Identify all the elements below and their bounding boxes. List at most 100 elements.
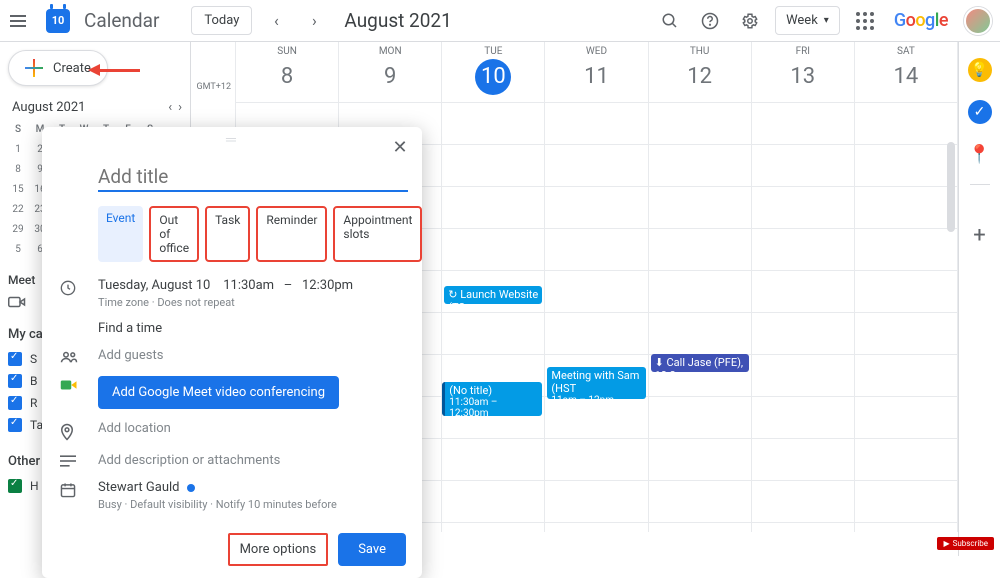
side-panel: 💡 ✓ 📍 + [958,42,1000,556]
more-options-button[interactable]: More options [228,533,329,566]
find-time-row: Find a time [42,315,422,342]
calendar-event[interactable]: ↻ Launch Website (TS [444,286,542,304]
day-header[interactable]: MON 9 [339,42,442,102]
keep-icon[interactable]: 💡 [968,58,992,82]
day-header[interactable]: TUE 10 [442,42,545,102]
start-time[interactable]: 11:30am [223,278,274,293]
location-input[interactable]: Add location [98,421,406,436]
mini-day[interactable]: 5 [8,241,28,259]
tab-reminder[interactable]: Reminder [256,206,327,262]
date-number[interactable]: 8 [269,59,305,95]
mini-day[interactable]: 29 [8,221,28,239]
timezone-repeat-label[interactable]: Time zone · Does not repeat [98,296,406,309]
day-column[interactable]: ⬇ Call Jase (PFE), 10:3 [649,102,752,532]
day-column[interactable] [752,102,855,532]
mini-prev-button[interactable]: ‹ [168,100,172,115]
description-row: Add description or attachments [42,447,422,474]
drag-handle-icon[interactable]: ═ [226,131,238,148]
mini-day[interactable]: 22 [8,201,28,219]
event-type-icon: ↻ [448,288,460,301]
date-number[interactable]: 13 [785,59,821,95]
close-button[interactable]: ✕ [386,133,414,161]
mini-next-button[interactable]: › [178,100,182,115]
main-menu-button[interactable] [0,3,36,39]
date-number[interactable]: 10 [475,59,511,95]
day-header[interactable]: WED11 [545,42,648,102]
location-icon [60,421,82,441]
dow-label: SUN [236,46,338,57]
add-addon-button[interactable]: + [973,223,985,248]
tab-out-of-office[interactable]: Out of office [149,206,199,262]
account-avatar[interactable] [964,7,992,35]
mini-day[interactable]: 1 [8,141,28,159]
description-input[interactable]: Add description or attachments [98,453,406,468]
tasks-icon[interactable]: ✓ [968,100,992,124]
tab-task[interactable]: Task [205,206,250,262]
search-icon[interactable] [655,6,685,36]
youtube-subscribe-badge[interactable]: ▶ Subscribe [937,537,994,550]
end-time[interactable]: 12:30pm [302,278,353,293]
plus-icon [25,59,43,77]
date-number[interactable]: 14 [888,59,924,95]
calendar-item-label: R [30,396,37,410]
day-column[interactable]: Meeting with Sam (HST11am – 12pm [545,102,648,532]
hamburger-icon [10,15,26,27]
checkbox-icon[interactable] [8,479,22,493]
calendar-item-label: B [30,374,37,388]
help-icon[interactable] [695,6,725,36]
google-apps-button[interactable] [850,6,880,36]
mini-dow: S [8,121,28,139]
day-column[interactable]: ↻ Launch Website (TS (No title)11:30am – … [442,102,545,532]
mini-month-label: August 2021 [12,100,85,115]
prev-week-button[interactable]: ‹ [262,7,290,35]
today-button[interactable]: Today [191,6,252,35]
calendar-item-label: H [30,479,39,493]
timezone-label: GMT+12 [191,42,236,102]
time-row: Tuesday, August 10 11:30am – 12:30pm Tim… [42,272,422,315]
find-time-link[interactable]: Find a time [98,321,406,336]
mini-day[interactable]: 8 [8,161,28,179]
brand-label: Calendar [84,9,159,32]
save-button[interactable]: Save [338,533,406,566]
annotation-arrow [88,64,140,76]
meet-row: Add Google Meet video conferencing [42,370,422,415]
checkbox-icon[interactable] [8,374,22,388]
tab-event[interactable]: Event [98,206,143,262]
day-header[interactable]: THU12 [649,42,752,102]
day-header[interactable]: SUN 8 [236,42,339,102]
calendar-event[interactable]: ⬇ Call Jase (PFE), 10:3 [651,354,749,372]
calendar-logo-icon: 10 [46,9,70,33]
dow-label: MON [339,46,441,57]
tab-appointment-slots[interactable]: Appointment slots [333,206,422,262]
event-title-input[interactable] [98,163,408,192]
google-logo: Google [894,10,948,31]
next-week-button[interactable]: › [300,7,328,35]
dow-label: FRI [752,46,854,57]
vertical-scrollbar[interactable] [947,142,955,232]
calendar-icon [60,480,82,498]
date-number[interactable]: 9 [372,59,408,95]
guests-row: Add guests [42,342,422,370]
settings-icon[interactable] [735,6,765,36]
day-header[interactable]: FRI 13 [752,42,855,102]
create-label: Create [53,61,91,76]
checkbox-icon[interactable] [8,418,22,432]
calendar-event[interactable]: Meeting with Sam (HST11am – 12pm [547,367,645,399]
mini-day[interactable]: 15 [8,181,28,199]
dow-label: TUE [442,46,544,57]
date-number[interactable]: 11 [578,59,614,95]
calendar-event[interactable]: (No title)11:30am – 12:30pm [442,382,542,416]
date-number[interactable]: 12 [682,59,718,95]
add-meet-button[interactable]: Add Google Meet video conferencing [98,376,339,409]
checkbox-icon[interactable] [8,396,22,410]
view-selector[interactable]: Week ▾ [775,6,840,35]
event-type-tabs: EventOut of officeTaskReminderAppointmen… [98,206,422,262]
clock-icon [60,278,82,296]
visibility-label[interactable]: Busy · Default visibility · Notify 10 mi… [98,498,406,511]
day-column[interactable] [855,102,958,532]
guests-input[interactable]: Add guests [98,348,406,363]
event-date[interactable]: Tuesday, August 10 [98,278,210,293]
checkbox-icon[interactable] [8,352,22,366]
maps-icon[interactable]: 📍 [968,142,992,166]
day-header[interactable]: SAT14 [855,42,958,102]
